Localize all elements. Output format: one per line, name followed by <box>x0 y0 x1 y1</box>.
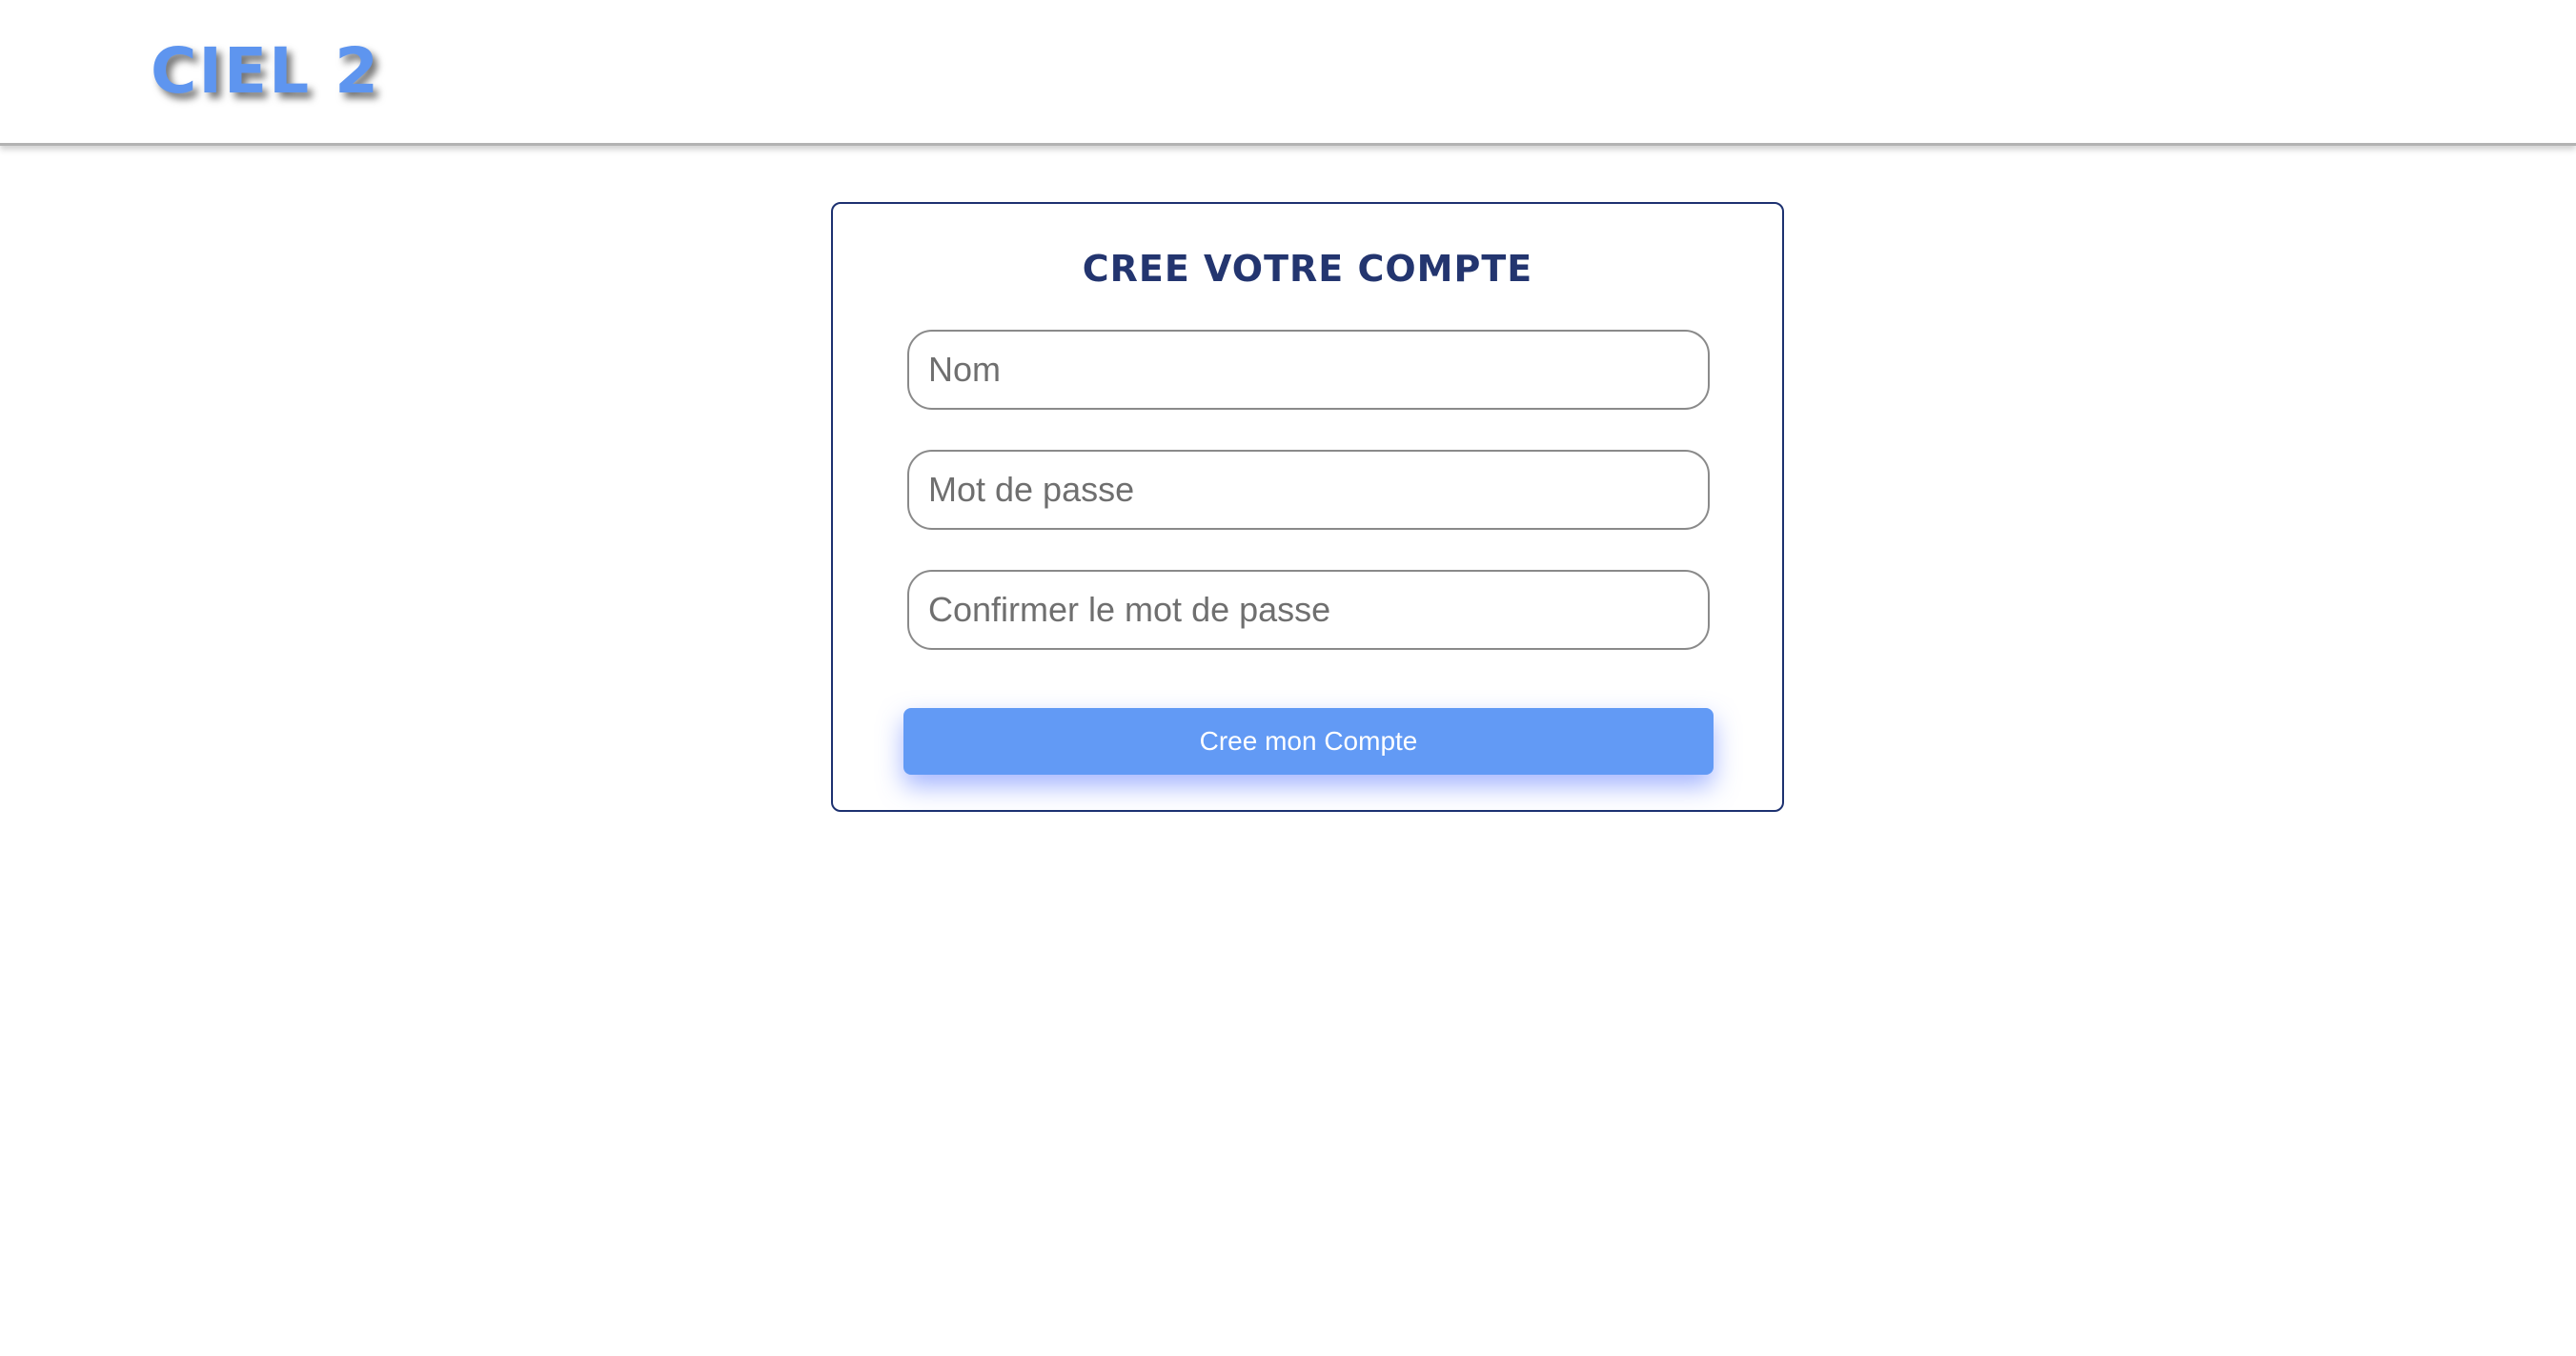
site-logo: CIEL 2 <box>151 34 381 108</box>
confirm-password-input[interactable] <box>907 570 1710 650</box>
form-title: CREE VOTRE COMPTE <box>1082 248 1533 290</box>
site-header: CIEL 2 <box>0 0 2576 146</box>
create-account-button[interactable]: Cree mon Compte <box>903 708 1714 775</box>
password-input[interactable] <box>907 450 1710 530</box>
signup-card: CREE VOTRE COMPTE Cree mon Compte <box>831 202 1784 812</box>
name-input[interactable] <box>907 330 1710 410</box>
